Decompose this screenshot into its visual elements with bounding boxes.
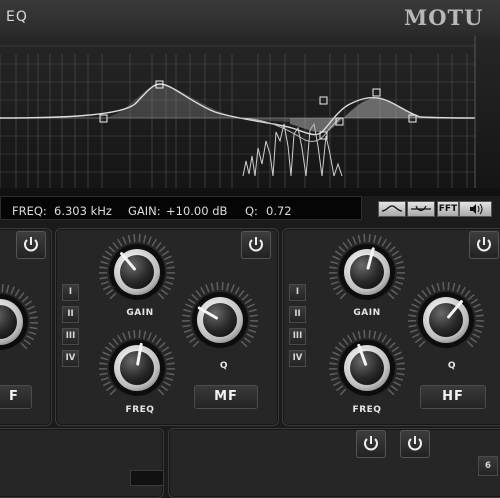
power-icon [357,431,385,457]
bottom-power-button-1[interactable] [356,430,386,458]
mf-q-knob[interactable] [182,282,258,348]
mf-shape-3-button[interactable]: III [62,328,79,345]
hf-shape-3-button[interactable]: III [289,328,306,345]
hf-shape-4-button[interactable]: IV [289,350,306,367]
hf-shape-2-button[interactable]: II [289,306,306,323]
mf-shape-1-button[interactable]: I [62,284,79,301]
knob-layer [0,0,500,483]
mf-q-label: Q [204,361,244,371]
hf-shape-1-button[interactable]: I [289,284,306,301]
mf-gain-label: GAIN [118,308,162,318]
bottom-power-button-2[interactable] [400,430,430,458]
bottom-left-panel [0,428,164,498]
hf-q-knob[interactable] [408,282,484,348]
lf-band-name: F [0,385,32,409]
lf-knob[interactable] [0,284,38,350]
hf-freq-label: FREQ [345,405,389,415]
mf-freq-label: FREQ [118,405,162,415]
mf-freq-knob[interactable] [99,330,175,396]
mf-band-name: MF [194,385,258,409]
hf-gain-knob[interactable] [329,234,405,300]
hf-q-label: Q [432,361,472,371]
hf-freq-knob[interactable] [329,330,405,396]
mf-shape-2-button[interactable]: II [62,306,79,323]
hf-gain-label: GAIN [345,308,389,318]
bottom-corner-button[interactable]: 6 [478,456,498,476]
bottom-right-panel [168,428,500,498]
bottom-slot [130,470,164,486]
hf-band-name: HF [420,385,486,409]
mf-gain-knob[interactable] [99,234,175,300]
power-icon [401,431,429,457]
mf-shape-4-button[interactable]: IV [62,350,79,367]
